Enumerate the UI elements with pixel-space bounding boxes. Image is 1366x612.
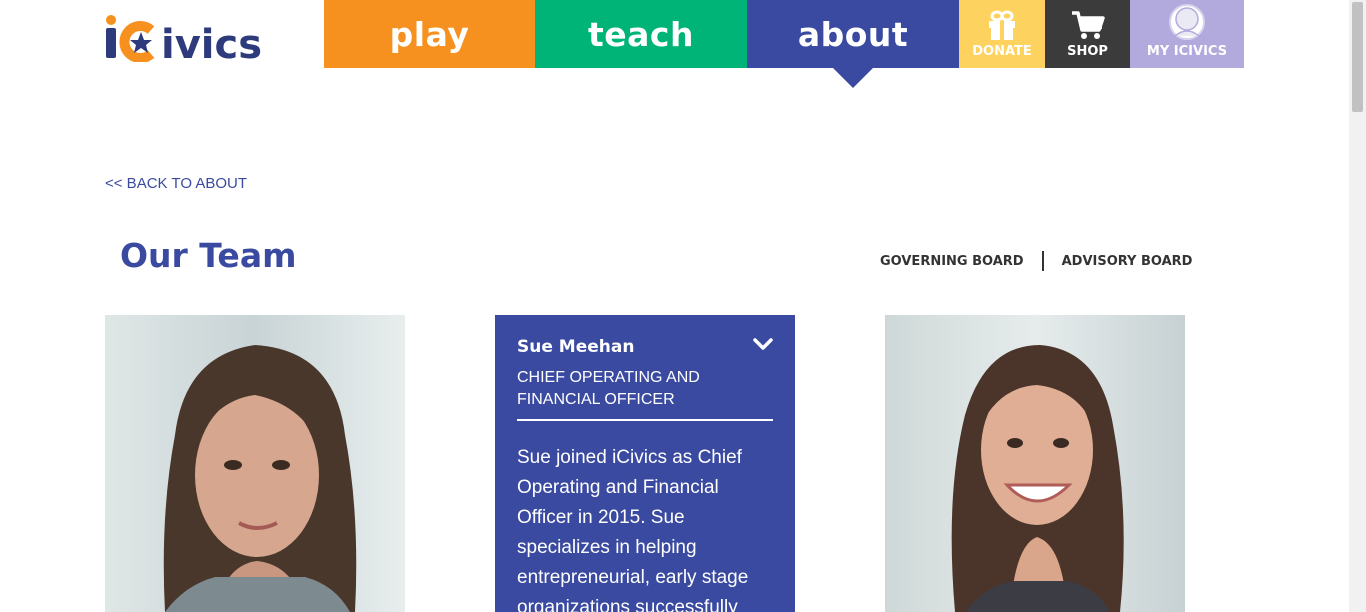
nav-teach[interactable]: teach xyxy=(535,0,747,68)
advisory-board-link[interactable]: ADVISORY BOARD xyxy=(1062,254,1193,269)
team-member-bio: Sue joined iCivics as Chief Operating an… xyxy=(517,447,749,612)
team-member-role: CHIEF OPERATING AND FINANCIAL OFFICER xyxy=(517,367,773,421)
page-scrollbar[interactable] xyxy=(1349,0,1366,612)
nav-about-label: about xyxy=(797,14,909,54)
nav-my-icivics-label: MY ICIVICS xyxy=(1146,44,1228,59)
page-title: Our Team xyxy=(120,236,297,275)
team-member-bio-card[interactable]: Sue Meehan CHIEF OPERATING AND FINANCIAL… xyxy=(495,315,795,612)
divider xyxy=(1041,251,1044,271)
active-nav-pointer xyxy=(833,68,873,88)
nav-donate[interactable]: DONATE xyxy=(959,0,1045,68)
board-links: GOVERNING BOARD ADVISORY BOARD xyxy=(880,251,1192,271)
gift-icon xyxy=(989,10,1015,40)
icivics-logo[interactable]: ivics iCivics xyxy=(105,14,295,62)
team-member-name: Sue Meehan xyxy=(517,337,635,357)
nav-play[interactable]: play xyxy=(324,0,535,68)
team-member-photo xyxy=(885,315,1185,612)
nav-shop-label: SHOP xyxy=(1067,44,1108,59)
nav-teach-label: teach xyxy=(588,14,694,54)
avatar-icon xyxy=(1169,4,1205,40)
nav-shop[interactable]: SHOP xyxy=(1045,0,1130,68)
nav-my-icivics[interactable]: MY ICIVICS xyxy=(1130,0,1244,68)
nav-about[interactable]: about xyxy=(747,0,959,88)
team-member-photo-card[interactable] xyxy=(105,315,405,612)
back-to-about-link[interactable]: << BACK TO ABOUT xyxy=(105,175,247,192)
scrollbar-thumb[interactable] xyxy=(1352,2,1363,112)
team-member-photo xyxy=(105,315,405,612)
svg-text:ivics: ivics xyxy=(161,22,262,62)
shopping-cart-icon xyxy=(1071,11,1105,39)
chevron-down-icon[interactable] xyxy=(753,337,773,351)
governing-board-link[interactable]: GOVERNING BOARD xyxy=(880,254,1024,269)
nav-donate-label: DONATE xyxy=(972,44,1032,59)
nav-play-label: play xyxy=(389,14,470,54)
team-member-photo-card[interactable] xyxy=(885,315,1185,612)
main-nav: play teach about DONATE SHOP MY ICIVICS xyxy=(324,0,1244,88)
